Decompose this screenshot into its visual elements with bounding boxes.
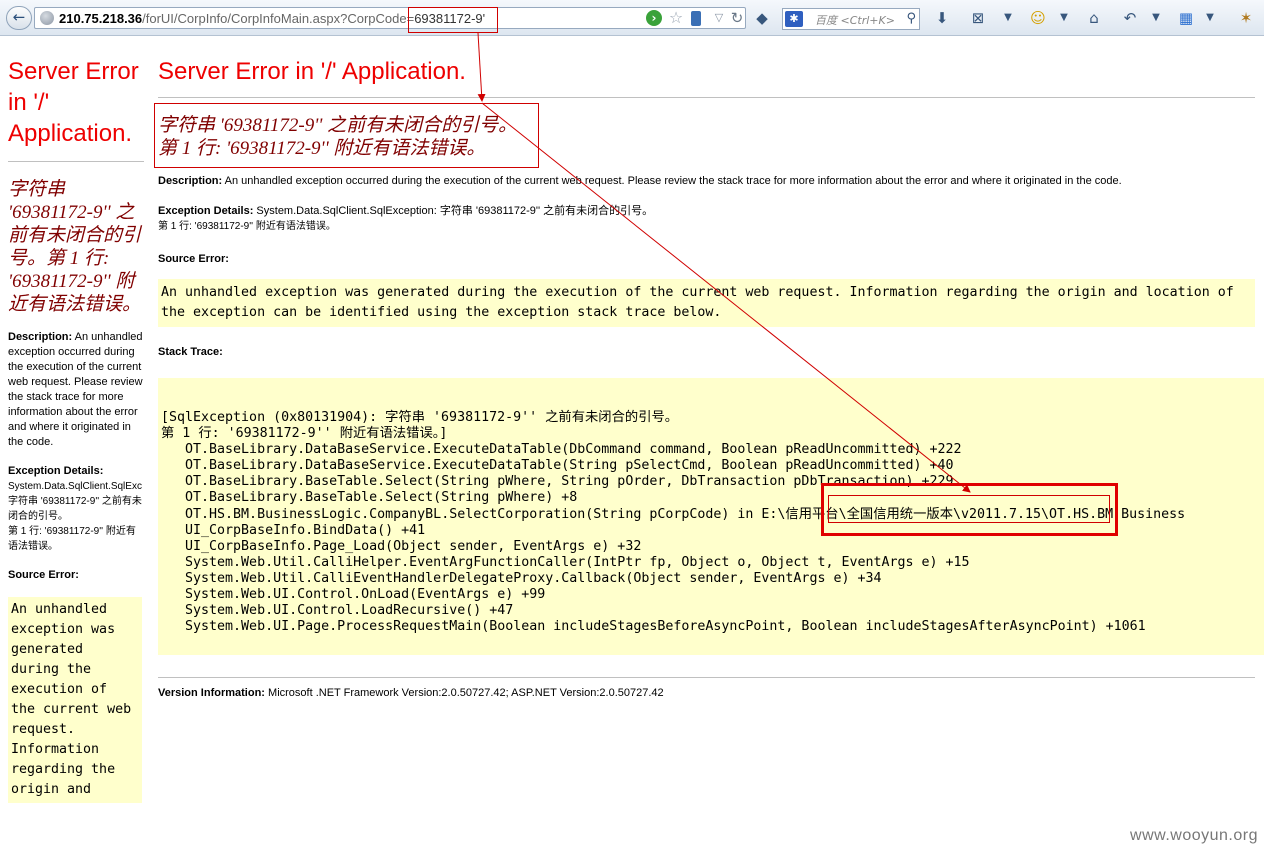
annotation-arrows [477,32,971,493]
arrow-error-to-path [481,102,971,493]
arrow-url-to-error [477,32,486,102]
watermark: www.wooyun.org [1130,827,1258,844]
